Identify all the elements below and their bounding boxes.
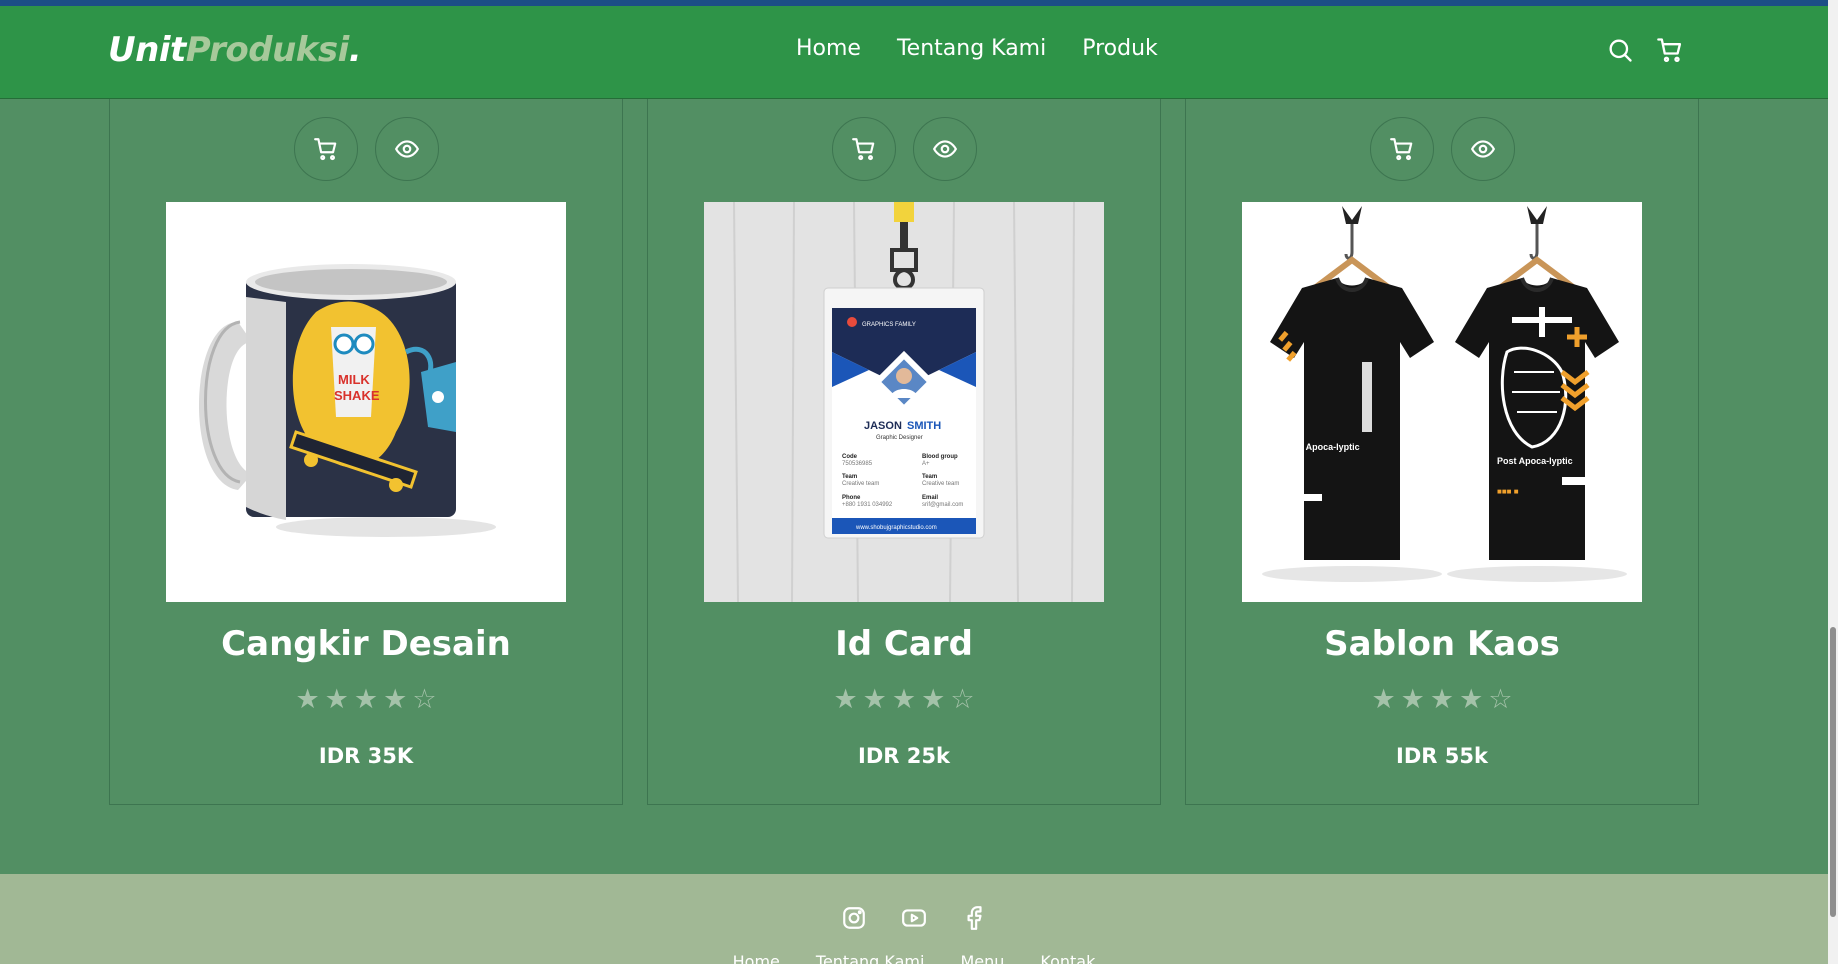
id-card-field-label: Team [842, 474, 857, 480]
mug-text-bottom: SHAKE [334, 388, 380, 403]
id-card-field-value: Creative team [922, 481, 959, 487]
view-product-button[interactable] [374, 117, 439, 181]
id-card-field-label: Blood group [922, 454, 958, 460]
product-name: Cangkir Desain [221, 624, 511, 664]
product-grid: MILK SHAKE Cangkir Desain ★ ★ ★ ★ ☆ IDR … [109, 99, 1699, 805]
star-filled-icon: ★ [1459, 684, 1484, 715]
id-card-field-value: srif@gmail.com [922, 502, 963, 508]
id-card-field-value: 750536985 [842, 461, 873, 467]
view-product-button[interactable] [912, 117, 977, 181]
star-filled-icon: ★ [1371, 684, 1396, 715]
star-filled-icon: ★ [862, 684, 887, 715]
product-name: Id Card [835, 624, 973, 664]
id-card-field-label: Team [922, 474, 937, 480]
product-card: GRAPHICS FAMILY JASON SMITH Graphic Desi… [647, 99, 1161, 805]
nav-tentang-kami[interactable]: Tentang Kami [897, 36, 1046, 61]
navbar: UnitProduksi. Home Tentang Kami Produk [0, 6, 1828, 99]
eye-icon [932, 140, 957, 158]
add-to-cart-button[interactable] [1369, 117, 1434, 181]
star-filled-icon: ★ [1400, 684, 1425, 715]
id-card-field-value: +880 1931 034992 [842, 502, 893, 508]
product-price: IDR 35K [318, 744, 414, 768]
product-rating: ★ ★ ★ ★ ☆ [648, 686, 1160, 713]
cart-icon [851, 138, 874, 161]
social-links [0, 905, 1828, 931]
product-name: Sablon Kaos [1324, 624, 1560, 664]
cart-icon [1389, 138, 1412, 161]
product-rating: ★ ★ ★ ★ ☆ [110, 686, 622, 713]
product-actions [110, 117, 622, 181]
star-empty-icon: ☆ [1488, 684, 1513, 715]
tshirt-front-text: Post Apoca-lyptic [1284, 442, 1360, 452]
star-filled-icon: ★ [295, 684, 320, 715]
star-filled-icon: ★ [353, 684, 379, 715]
product-price: IDR 25k [858, 744, 950, 768]
eye-icon [1470, 140, 1495, 158]
footer: Home Tentang Kami Menu Kontak [0, 874, 1828, 964]
id-card-role: Graphic Designer [876, 435, 923, 441]
star-filled-icon: ★ [921, 684, 946, 715]
footer-link-home[interactable]: Home [733, 952, 780, 964]
logo-dot: . [348, 30, 362, 70]
tshirt-image[interactable]: Post Apoca-lyptic Post Apoca-lyptic ■■■ … [1242, 202, 1642, 602]
logo-part2: Produksi [185, 30, 350, 70]
nav-home[interactable]: Home [796, 36, 861, 61]
view-product-button[interactable] [1450, 117, 1515, 181]
id-card-first-name: JASON [864, 420, 902, 432]
id-card-company: GRAPHICS FAMILY [862, 322, 916, 328]
cart-icon [313, 138, 336, 161]
star-filled-icon: ★ [891, 684, 917, 715]
id-card-last-name: SMITH [907, 420, 941, 432]
product-card: MILK SHAKE Cangkir Desain ★ ★ ★ ★ ☆ IDR … [109, 99, 623, 805]
scrollbar-thumb[interactable] [1830, 627, 1836, 917]
svg-text:■■■ ■: ■■■ ■ [1497, 487, 1519, 496]
footer-link-tentang-kami[interactable]: Tentang Kami [816, 952, 925, 964]
youtube-icon[interactable] [901, 905, 927, 931]
tshirt-back-text: Post Apoca-lyptic [1497, 456, 1573, 466]
id-card-field-value: Creative team [842, 481, 879, 487]
star-filled-icon: ★ [1429, 684, 1455, 715]
id-card-field-label: Phone [842, 495, 861, 501]
star-empty-icon: ☆ [950, 684, 975, 715]
id-card-website: www.shobujgraphicstudio.com [855, 525, 937, 531]
nav-produk[interactable]: Produk [1082, 36, 1158, 61]
logo-part1: Unit [108, 30, 186, 70]
product-actions [648, 117, 1160, 181]
footer-link-kontak[interactable]: Kontak [1040, 952, 1095, 964]
eye-icon [394, 140, 419, 158]
footer-links: Home Tentang Kami Menu Kontak [0, 952, 1828, 964]
header-icons [1606, 36, 1684, 64]
footer-link-menu[interactable]: Menu [960, 952, 1004, 964]
product-actions [1186, 117, 1698, 181]
product-rating: ★ ★ ★ ★ ☆ [1186, 686, 1698, 713]
cart-icon[interactable] [1656, 36, 1684, 64]
star-filled-icon: ★ [324, 684, 349, 715]
id-card-field-label: Email [922, 495, 938, 501]
add-to-cart-button[interactable] [831, 117, 896, 181]
id-card-field-label: Code [842, 454, 858, 460]
id-card-image[interactable]: GRAPHICS FAMILY JASON SMITH Graphic Desi… [704, 202, 1104, 602]
instagram-icon[interactable] [841, 905, 867, 931]
product-card: Post Apoca-lyptic Post Apoca-lyptic ■■■ … [1185, 99, 1699, 805]
star-filled-icon: ★ [383, 684, 408, 715]
star-filled-icon: ★ [833, 684, 858, 715]
facebook-icon[interactable] [961, 905, 987, 931]
main-nav: Home Tentang Kami Produk [796, 36, 1158, 61]
search-icon[interactable] [1606, 36, 1634, 64]
logo[interactable]: UnitProduksi. [108, 30, 362, 70]
mug-image[interactable]: MILK SHAKE [166, 202, 566, 602]
id-card-field-value: A+ [922, 461, 930, 467]
add-to-cart-button[interactable] [293, 117, 358, 181]
product-price: IDR 55k [1396, 744, 1488, 768]
star-empty-icon: ☆ [412, 684, 437, 715]
scrollbar[interactable] [1828, 0, 1838, 964]
mug-text-top: MILK [338, 372, 370, 387]
